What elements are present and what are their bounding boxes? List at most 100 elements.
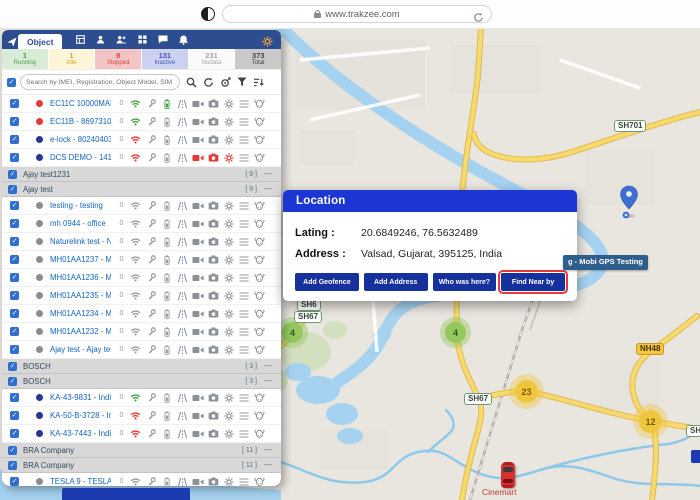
vehicle-checkbox[interactable]: ✓ (10, 309, 19, 318)
vehicle-name[interactable]: KA-50-B-3728 - IndiGo_J... (50, 411, 111, 420)
gear-icon[interactable] (221, 273, 237, 283)
vehicle-row[interactable]: ✓EC11C 10000MAH - 869...0 (2, 95, 281, 113)
video-icon[interactable] (190, 310, 206, 318)
gear-icon[interactable] (221, 255, 237, 265)
vehicle-name[interactable]: e-lock - 8024040370 (50, 135, 111, 144)
location-pin-icon[interactable] (618, 185, 639, 224)
video-icon[interactable] (190, 238, 206, 246)
camera-icon[interactable] (206, 429, 222, 438)
vehicle-name[interactable]: EC11B - 8697310559156... (50, 117, 111, 126)
route-icon[interactable] (175, 393, 191, 403)
vehicle-checkbox[interactable]: ✓ (10, 237, 19, 246)
menu-icon[interactable] (237, 412, 253, 420)
group-checkbox[interactable]: ✓ (8, 362, 17, 371)
group-checkbox[interactable]: ✓ (8, 446, 17, 455)
gear-icon[interactable] (221, 291, 237, 301)
vehicle-row[interactable]: ✓MH01AA1237 - MH01AA...0 (2, 251, 281, 269)
vehicle-checkbox[interactable]: ✓ (10, 429, 19, 438)
select-all-checkbox[interactable]: ✓ (7, 78, 16, 87)
bottom-bar[interactable] (62, 488, 190, 500)
group-row[interactable]: ✓BRA Company[ 11 ]— (2, 443, 281, 458)
route-icon[interactable] (175, 273, 191, 283)
vehicle-checkbox[interactable]: ✓ (10, 201, 19, 210)
add-geofence-button[interactable]: Add Geofence (295, 273, 359, 291)
collapse-icon[interactable]: — (264, 377, 272, 385)
vehicle-checkbox[interactable]: ✓ (10, 345, 19, 354)
gear-icon[interactable] (221, 135, 237, 145)
gear-icon[interactable] (221, 393, 237, 403)
vehicle-checkbox[interactable]: ✓ (10, 291, 19, 300)
group-row[interactable]: ✓BOSCH[ 3 ]— (2, 374, 281, 389)
video-icon[interactable] (190, 154, 206, 162)
stat-running[interactable]: 1Running (2, 49, 48, 69)
vehicle-name[interactable]: testing - testing (50, 201, 111, 210)
vehicle-name[interactable]: EC11C 10000MAH - 869... (50, 99, 111, 108)
cluster-marker[interactable]: 23 (515, 380, 538, 403)
video-icon[interactable] (190, 394, 206, 402)
gear-icon[interactable] (221, 477, 237, 487)
add-address-button[interactable]: Add Address (364, 273, 428, 291)
camera-icon[interactable] (206, 117, 222, 126)
car-marker-icon[interactable] (501, 462, 515, 488)
group-row[interactable]: ✓Ajay test[ 9 ]— (2, 182, 281, 197)
route-icon[interactable] (175, 327, 191, 337)
camera-icon[interactable] (206, 345, 222, 354)
vehicle-name[interactable]: Ajay test - Ajay test (50, 345, 111, 354)
menu-icon[interactable] (237, 346, 253, 354)
menu-icon[interactable] (237, 136, 253, 144)
vehicle-checkbox[interactable]: ✓ (10, 255, 19, 264)
camera-icon[interactable] (206, 309, 222, 318)
menu-icon[interactable] (237, 118, 253, 126)
users-icon[interactable] (116, 35, 127, 44)
vehicle-row[interactable]: ✓MH01AA1236 - MH01AA...0 (2, 269, 281, 287)
camera-icon[interactable] (206, 255, 222, 264)
menu-icon[interactable] (237, 292, 253, 300)
collapse-icon[interactable]: — (264, 461, 272, 469)
video-icon[interactable] (190, 220, 206, 228)
gear-icon[interactable] (221, 345, 237, 355)
box-icon[interactable] (76, 35, 85, 44)
gear-icon[interactable] (221, 153, 237, 163)
vehicle-row[interactable]: ✓mh 0944 - office0 (2, 215, 281, 233)
vehicle-row[interactable]: ✓DCS DEMO - 141637951110 (2, 149, 281, 167)
group-row[interactable]: ✓Ajay test1231[ 9 ]— (2, 167, 281, 182)
video-icon[interactable] (190, 328, 206, 336)
group-checkbox[interactable]: ✓ (8, 461, 17, 470)
gear-icon[interactable] (221, 429, 237, 439)
vehicle-row[interactable]: ✓TESLA 9 - TESLA 90 (2, 473, 281, 486)
video-icon[interactable] (190, 100, 206, 108)
gear-icon[interactable] (221, 219, 237, 229)
gps-icon[interactable] (220, 77, 231, 88)
theme-toggle-icon[interactable] (201, 7, 215, 21)
stat-nodata[interactable]: 231Nodata (189, 49, 235, 69)
camera-icon[interactable] (206, 273, 222, 282)
route-icon[interactable] (175, 153, 191, 163)
stat-stopped[interactable]: 9Stopped (95, 49, 141, 69)
reload-icon[interactable] (473, 10, 484, 28)
group-checkbox[interactable]: ✓ (8, 377, 17, 386)
vehicle-checkbox[interactable]: ✓ (10, 393, 19, 402)
camera-icon[interactable] (206, 393, 222, 402)
camera-icon[interactable] (206, 411, 222, 420)
menu-icon[interactable] (237, 394, 253, 402)
video-icon[interactable] (190, 256, 206, 264)
vehicle-name[interactable]: MH01AA1236 - MH01AA... (50, 273, 111, 282)
sort-icon[interactable] (253, 77, 264, 88)
camera-icon[interactable] (206, 327, 222, 336)
route-icon[interactable] (175, 345, 191, 355)
user-icon[interactable] (96, 35, 105, 44)
gear-icon[interactable] (221, 309, 237, 319)
collapse-icon[interactable]: — (264, 170, 272, 178)
camera-icon[interactable] (206, 201, 222, 210)
vehicle-checkbox[interactable]: ✓ (10, 135, 19, 144)
gear-icon[interactable] (221, 99, 237, 109)
route-icon[interactable] (175, 411, 191, 421)
menu-icon[interactable] (237, 274, 253, 282)
navigate-icon[interactable] (7, 34, 17, 52)
route-icon[interactable] (175, 291, 191, 301)
route-icon[interactable] (175, 477, 191, 487)
collapse-icon[interactable]: — (264, 446, 272, 454)
vehicle-row[interactable]: ✓Ajay test - Ajay test0 (2, 341, 281, 359)
route-icon[interactable] (175, 219, 191, 229)
grid-icon[interactable] (138, 35, 147, 44)
